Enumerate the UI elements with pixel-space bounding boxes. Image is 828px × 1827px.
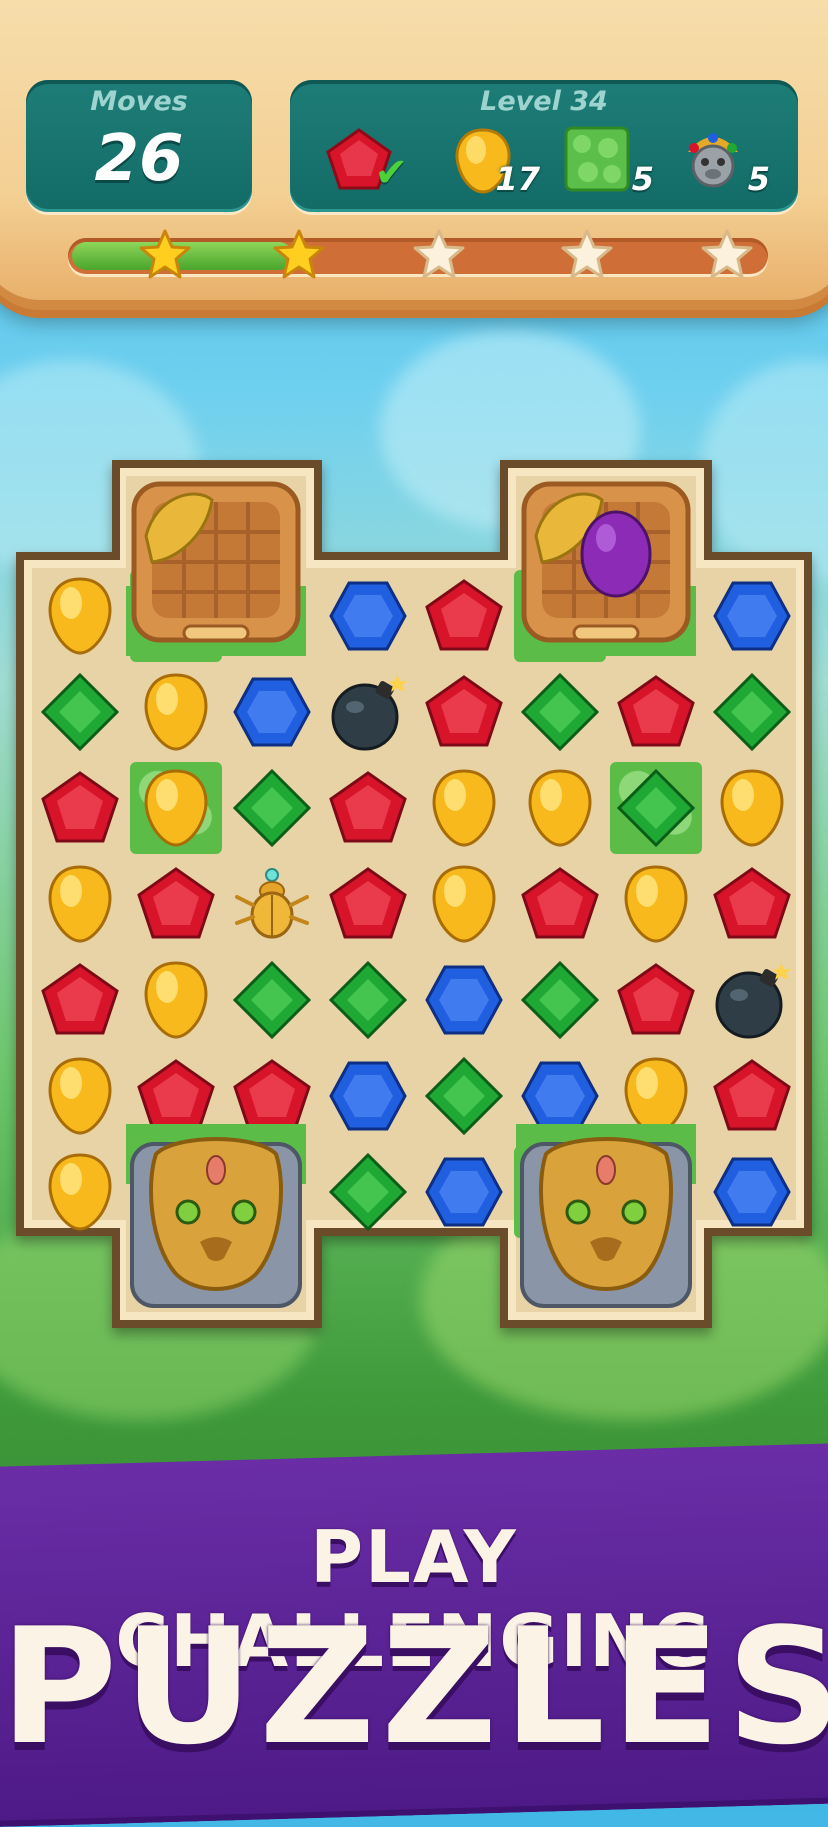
blue-gem-icon[interactable] xyxy=(325,573,411,659)
green-gem-icon[interactable] xyxy=(709,669,795,755)
bomb-icon[interactable] xyxy=(709,957,795,1043)
green-gem-icon[interactable] xyxy=(517,669,603,755)
lion-statue-icon xyxy=(126,1124,306,1312)
red-gem-icon[interactable] xyxy=(421,573,507,659)
green-gem-icon[interactable] xyxy=(325,957,411,1043)
basket-icon xyxy=(516,476,696,656)
blue-gem-icon[interactable] xyxy=(229,669,315,755)
green-gem-icon[interactable] xyxy=(229,765,315,851)
yellow-gem-icon[interactable] xyxy=(613,861,699,947)
green-gem-icon[interactable] xyxy=(37,669,123,755)
green-gem-icon[interactable] xyxy=(613,765,699,851)
scarab-icon[interactable] xyxy=(229,861,315,947)
green-gem-icon[interactable] xyxy=(325,1149,411,1235)
yellow-gem-icon[interactable] xyxy=(133,669,219,755)
banner-title: PUZZLES xyxy=(0,1593,828,1780)
red-gem-icon[interactable] xyxy=(325,765,411,851)
red-gem-icon[interactable] xyxy=(613,669,699,755)
yellow-gem-icon[interactable] xyxy=(37,1149,123,1235)
lion-statue-icon xyxy=(516,1124,696,1312)
red-gem-icon[interactable] xyxy=(133,861,219,947)
yellow-gem-icon[interactable] xyxy=(421,861,507,947)
blue-gem-icon[interactable] xyxy=(709,1149,795,1235)
yellow-gem-icon[interactable] xyxy=(37,573,123,659)
green-gem-icon[interactable] xyxy=(229,957,315,1043)
yellow-gem-icon[interactable] xyxy=(709,765,795,851)
board-frame xyxy=(16,460,812,1328)
red-gem-icon[interactable] xyxy=(613,957,699,1043)
yellow-gem-icon[interactable] xyxy=(421,765,507,851)
green-gem-icon[interactable] xyxy=(421,1053,507,1139)
green-gem-icon[interactable] xyxy=(517,957,603,1043)
red-gem-icon[interactable] xyxy=(517,861,603,947)
yellow-gem-icon[interactable] xyxy=(133,765,219,851)
basket-icon xyxy=(126,476,306,656)
red-gem-icon[interactable] xyxy=(325,861,411,947)
yellow-gem-icon[interactable] xyxy=(37,861,123,947)
yellow-gem-icon[interactable] xyxy=(517,765,603,851)
red-gem-icon[interactable] xyxy=(37,957,123,1043)
red-gem-icon[interactable] xyxy=(709,861,795,947)
blue-gem-icon[interactable] xyxy=(325,1053,411,1139)
yellow-gem-icon[interactable] xyxy=(37,1053,123,1139)
blue-gem-icon[interactable] xyxy=(421,1149,507,1235)
yellow-gem-icon[interactable] xyxy=(133,957,219,1043)
red-gem-icon[interactable] xyxy=(37,765,123,851)
bomb-icon[interactable] xyxy=(325,669,411,755)
red-gem-icon[interactable] xyxy=(421,669,507,755)
blue-gem-icon[interactable] xyxy=(421,957,507,1043)
red-gem-icon[interactable] xyxy=(709,1053,795,1139)
blue-gem-icon[interactable] xyxy=(709,573,795,659)
